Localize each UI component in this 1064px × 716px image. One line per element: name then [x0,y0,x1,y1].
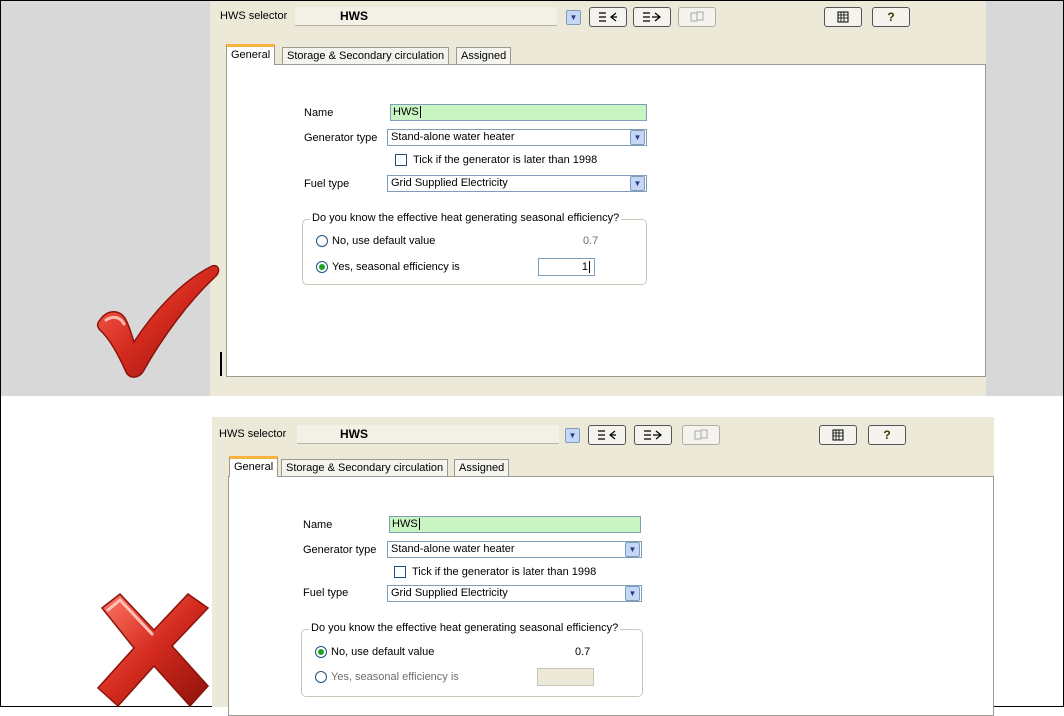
fuel-type-value: Grid Supplied Electricity [391,177,508,189]
fuel-type-select[interactable]: Grid Supplied Electricity ▼ [387,585,642,602]
yes-efficiency-label: Yes, seasonal efficiency is [332,261,460,273]
export-button[interactable] [634,425,672,445]
chevron-down-icon: ▼ [568,431,577,440]
general-tab-content: Name HWS Generator type Stand-alone wate… [226,64,986,377]
efficiency-group: Do you know the effective heat generatin… [301,622,643,697]
table-view-button[interactable] [819,425,857,445]
hws-selector-value: HWS [340,427,368,441]
generator-later-1998-checkbox[interactable] [395,154,407,166]
chevron-down-icon[interactable]: ▼ [630,130,645,145]
import-arrow-icon [598,430,616,440]
general-tab-content: Name HWS Generator type Stand-alone wate… [228,476,994,716]
no-default-radio[interactable] [315,646,327,658]
copy-button[interactable] [682,425,720,445]
table-icon [832,429,844,441]
generator-type-value: Stand-alone water heater [391,131,515,143]
no-default-label: No, use default value [332,235,436,247]
help-button[interactable]: ? [872,7,910,27]
copy-icon [694,429,708,440]
chevron-down-icon[interactable]: ▼ [625,586,640,601]
yes-efficiency-radio[interactable] [315,671,327,683]
import-button[interactable] [589,7,627,27]
hws-dialog-incorrect: HWS selector HWS ▼ ? General Storage & S… [212,417,994,716]
hws-selector-label: HWS selector [219,428,287,440]
seasonal-efficiency-input[interactable] [537,668,594,686]
name-label: Name [304,107,334,119]
seasonal-efficiency-input[interactable]: 1 [538,258,595,276]
text-caret [419,106,421,119]
name-value: HWS [393,106,419,118]
hws-selector-row: HWS selector HWS ▼ ? [210,1,986,29]
generator-type-label: Generator type [304,132,378,144]
generator-type-select[interactable]: Stand-alone water heater ▼ [387,129,647,146]
hws-selector-field[interactable]: HWS [297,425,559,444]
efficiency-group: Do you know the effective heat generatin… [302,212,647,285]
yes-efficiency-radio[interactable] [316,261,328,273]
generator-later-1998-label: Tick if the generator is later than 1998 [413,154,598,166]
help-button[interactable]: ? [868,425,906,445]
hws-selector-dropdown-button[interactable]: ▼ [566,10,581,25]
fuel-type-label: Fuel type [304,178,350,190]
efficiency-question: Do you know the effective heat generatin… [309,622,621,634]
fuel-type-select[interactable]: Grid Supplied Electricity ▼ [387,175,647,192]
import-arrow-icon [599,12,617,22]
efficiency-question: Do you know the effective heat generatin… [310,212,622,224]
hws-selector-label: HWS selector [220,10,288,22]
tab-assigned[interactable]: Assigned [456,47,512,65]
export-button[interactable] [633,7,671,27]
name-input[interactable]: HWS [389,516,641,533]
hws-dialog-correct: HWS selector HWS ▼ ? General Storage & S… [210,1,986,396]
generator-later-1998-label: Tick if the generator is later than 1998 [412,566,597,578]
no-default-radio[interactable] [316,235,328,247]
text-caret [418,518,420,531]
no-default-label: No, use default value [331,646,435,658]
hws-selector-row: HWS selector HWS ▼ ? [212,417,994,445]
seasonal-efficiency-value: 1 [581,261,588,273]
chevron-down-icon: ▼ [569,13,578,22]
cross-mark-icon [96,592,210,707]
text-caret [589,261,590,274]
yes-efficiency-label: Yes, seasonal efficiency is [331,671,459,683]
fuel-type-value: Grid Supplied Electricity [391,587,508,599]
check-mark-icon [96,264,220,378]
tab-general[interactable]: General [229,456,279,477]
hws-selector-field[interactable]: HWS [295,7,557,26]
export-arrow-icon [643,12,661,22]
name-label: Name [303,519,333,531]
generator-later-1998-checkbox[interactable] [394,566,406,578]
copy-icon [690,11,704,22]
generator-type-value: Stand-alone water heater [391,543,515,555]
tab-storage-secondary-circulation[interactable]: Storage & Secondary circulation [282,47,450,65]
import-button[interactable] [588,425,626,445]
name-value: HWS [392,518,418,530]
tab-assigned[interactable]: Assigned [454,459,510,477]
export-arrow-icon [644,430,662,440]
tab-general[interactable]: General [226,44,276,65]
tab-storage-secondary-circulation[interactable]: Storage & Secondary circulation [281,459,449,477]
default-value: 0.7 [583,235,599,247]
table-icon [837,11,849,23]
chevron-down-icon[interactable]: ▼ [625,542,640,557]
background-right [986,1,1063,396]
copy-button[interactable] [678,7,716,27]
question-mark-icon: ? [883,428,891,442]
generator-type-label: Generator type [303,544,377,556]
hws-selector-value: HWS [340,9,368,23]
default-value: 0.7 [575,646,591,658]
fuel-type-label: Fuel type [303,587,349,599]
chevron-down-icon[interactable]: ▼ [630,176,645,191]
hws-selector-dropdown-button[interactable]: ▼ [565,428,580,443]
generator-type-select[interactable]: Stand-alone water heater ▼ [387,541,642,558]
question-mark-icon: ? [887,10,895,24]
name-input[interactable]: HWS [390,104,647,121]
table-view-button[interactable] [824,7,862,27]
